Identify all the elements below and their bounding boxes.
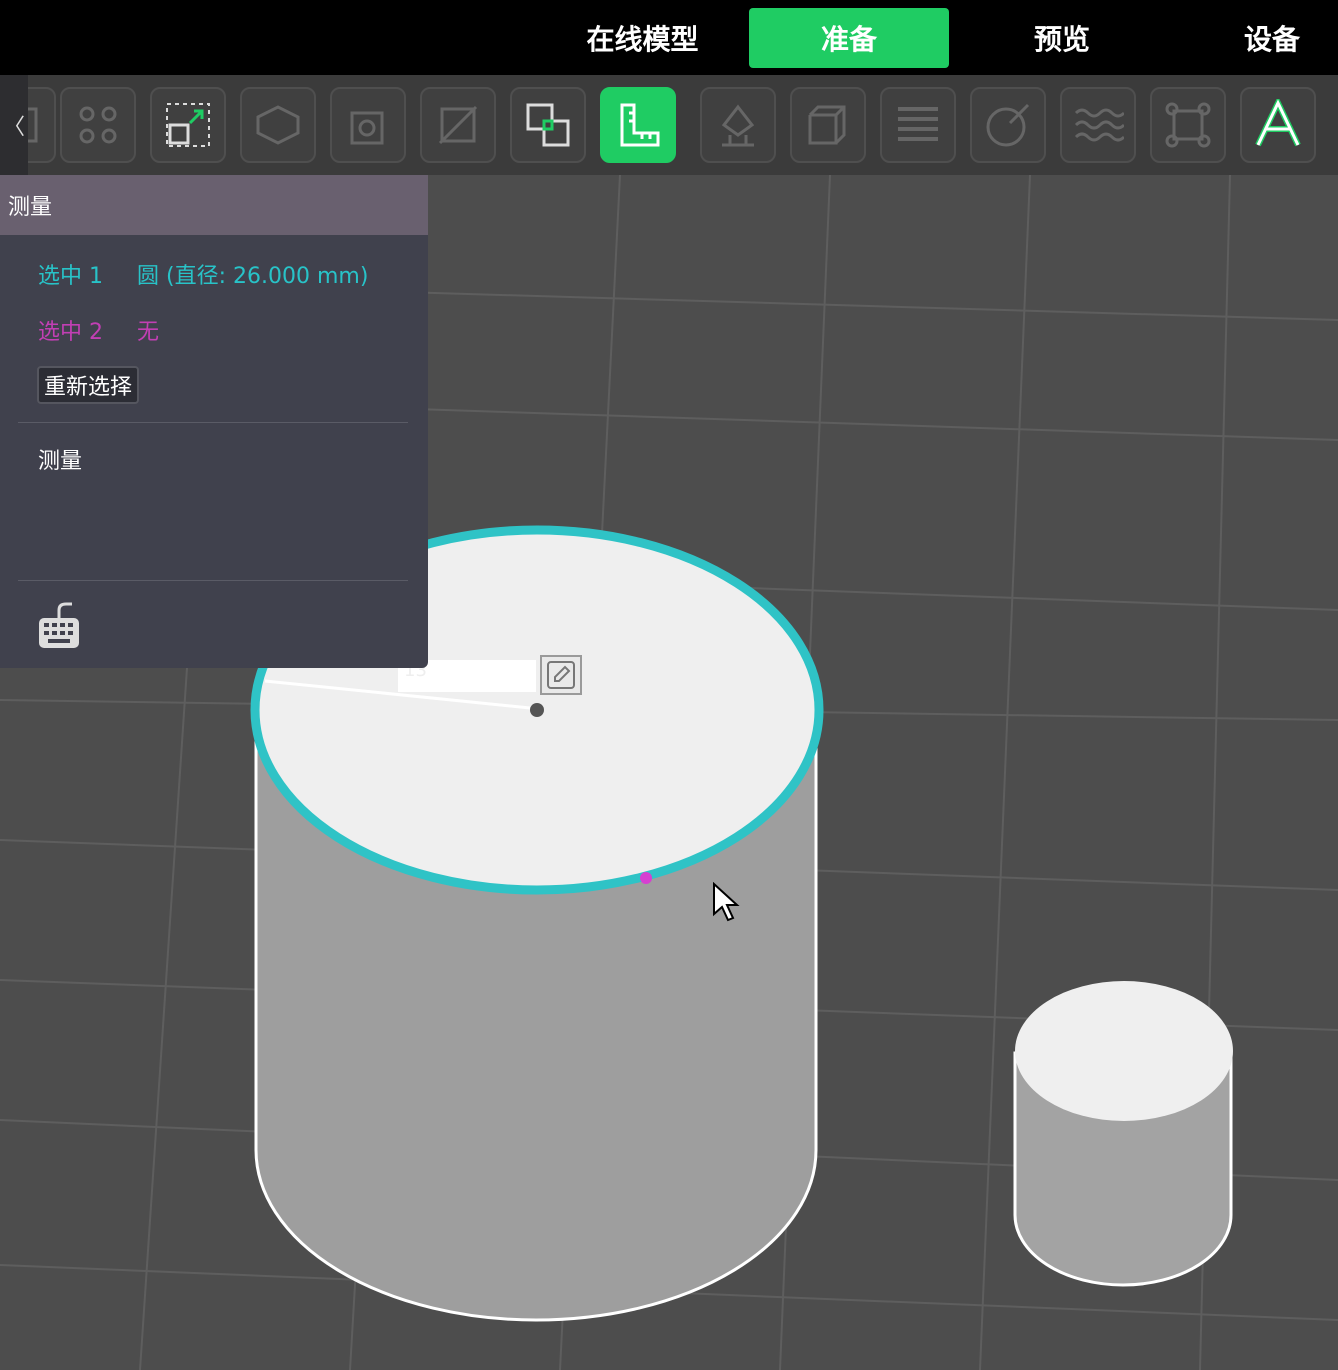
tab-prepare[interactable]: 准备 bbox=[749, 8, 949, 68]
divider bbox=[18, 422, 408, 423]
panel-title: 测量 bbox=[0, 175, 428, 235]
measure-result-label: 测量 bbox=[38, 449, 83, 474]
tool-support[interactable] bbox=[700, 87, 776, 163]
tool-boolean[interactable] bbox=[510, 87, 586, 163]
arrange-icon bbox=[79, 106, 117, 144]
tool-scale[interactable] bbox=[150, 87, 226, 163]
cut-icon bbox=[438, 105, 478, 145]
tool-layers[interactable] bbox=[880, 87, 956, 163]
auto-orient-icon bbox=[256, 105, 300, 145]
edit-icon bbox=[547, 661, 575, 689]
texture-icon bbox=[1074, 108, 1124, 142]
reselect-button[interactable]: 重新选择 bbox=[37, 366, 140, 404]
layers-icon bbox=[898, 107, 938, 141]
tool-cut[interactable] bbox=[420, 87, 496, 163]
tool-paint[interactable] bbox=[970, 87, 1046, 163]
selection-1-label: 选中 1 bbox=[38, 264, 103, 289]
tab-device[interactable]: 设备 bbox=[1172, 8, 1338, 68]
measure-icon bbox=[620, 103, 660, 147]
hover-point bbox=[640, 872, 652, 884]
selection-2-row: 选中 2 无 bbox=[38, 314, 159, 346]
edit-dimension-button[interactable] bbox=[540, 655, 582, 695]
paint-icon bbox=[986, 103, 1030, 147]
selection-2-label: 选中 2 bbox=[38, 320, 103, 345]
scale-icon bbox=[166, 103, 210, 147]
selection-1-row: 选中 1 圆 (直径: 26.000 mm) bbox=[38, 258, 368, 290]
top-navigation: 在线模型 准备 预览 设备 bbox=[0, 0, 1338, 75]
tool-texture[interactable] bbox=[1060, 87, 1136, 163]
boolean-icon bbox=[526, 103, 570, 147]
tab-online-models[interactable]: 在线模型 bbox=[540, 8, 745, 68]
tool-measure[interactable] bbox=[600, 87, 676, 163]
tool-arrange[interactable] bbox=[60, 87, 136, 163]
selection-2-value: 无 bbox=[137, 320, 160, 345]
keyboard-shortcuts-button[interactable] bbox=[36, 600, 82, 656]
repair-icon bbox=[808, 105, 846, 145]
tool-bounding-box[interactable] bbox=[1150, 87, 1226, 163]
small-cylinder-model[interactable] bbox=[1013, 981, 1233, 1287]
hollow-icon bbox=[350, 111, 384, 145]
tab-preview[interactable]: 预览 bbox=[962, 8, 1162, 68]
support-icon bbox=[721, 104, 755, 147]
measure-panel: 测量 选中 1 圆 (直径: 26.000 mm) 选中 2 无 重新选择 测量 bbox=[0, 175, 428, 668]
keyboard-icon bbox=[39, 602, 79, 648]
toolbar-collapse-button[interactable]: 〈 bbox=[0, 75, 28, 175]
tool-text[interactable] bbox=[1240, 87, 1316, 163]
divider bbox=[18, 580, 408, 581]
tool-hollow[interactable] bbox=[330, 87, 406, 163]
circle-center-point bbox=[530, 703, 544, 717]
bounding-box-icon bbox=[1165, 102, 1211, 148]
mouse-cursor-icon bbox=[713, 882, 740, 922]
app: 13 在线模型 准备 预览 设备 〈 测量 选中 1 圆 (直径: 26.000… bbox=[0, 0, 1338, 1370]
text-icon bbox=[1255, 99, 1301, 147]
selection-1-value: 圆 (直径: 26.000 mm) bbox=[137, 264, 369, 289]
tool-auto-orient[interactable] bbox=[240, 87, 316, 163]
tool-toolbar: 〈 bbox=[0, 75, 1338, 175]
tool-repair[interactable] bbox=[790, 87, 866, 163]
